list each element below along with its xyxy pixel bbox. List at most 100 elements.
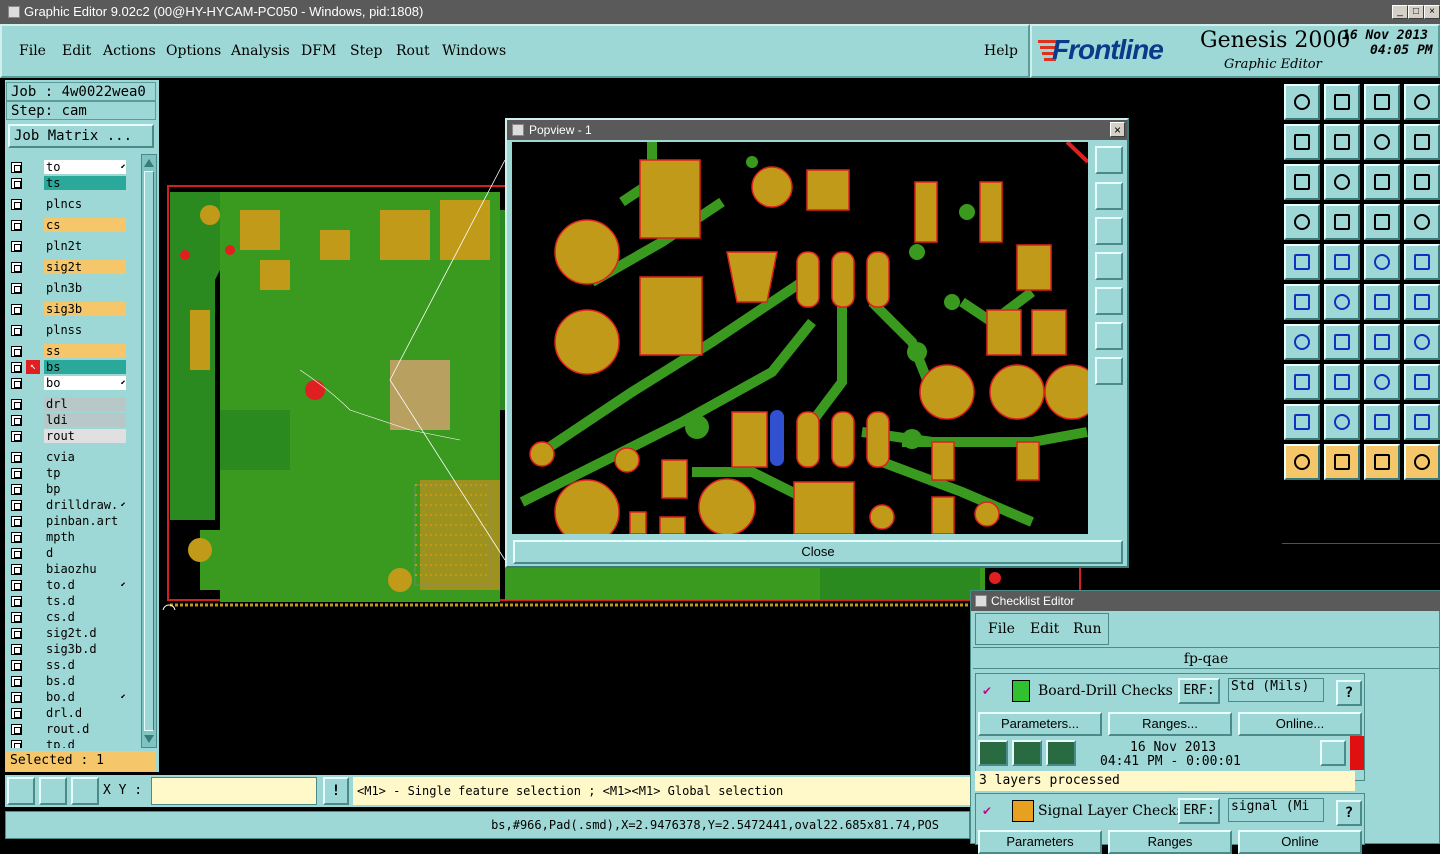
parameters-button[interactable]: Parameters... xyxy=(978,712,1102,736)
layer-row[interactable]: pln3b xyxy=(8,281,130,295)
layer-row[interactable]: ss.d xyxy=(8,658,130,672)
layer-name[interactable]: cvia xyxy=(44,450,126,464)
layer-checkbox[interactable] xyxy=(11,199,22,210)
minimize-icon[interactable]: _ xyxy=(1392,5,1408,19)
layer-checkbox[interactable] xyxy=(11,692,22,703)
layer-checkbox[interactable] xyxy=(11,740,22,748)
run-all-icon[interactable] xyxy=(1046,740,1076,766)
layer-checkbox[interactable] xyxy=(11,452,22,463)
layer-row[interactable]: rout xyxy=(8,429,130,443)
triangle-icon[interactable] xyxy=(1284,404,1320,440)
layer-name[interactable]: ss xyxy=(44,344,126,358)
layer-name[interactable]: d xyxy=(44,546,126,560)
erf-button[interactable]: ERF: xyxy=(1178,798,1220,824)
layer-name[interactable]: sig2t.d xyxy=(44,626,126,640)
pan-down-icon[interactable] xyxy=(1095,217,1123,245)
layer-name[interactable]: mpth xyxy=(44,530,126,544)
zoom-fit-icon[interactable] xyxy=(1095,322,1123,350)
layer-name[interactable]: ts.d xyxy=(44,594,126,608)
layer-checkbox[interactable] xyxy=(11,596,22,607)
layer-row[interactable]: to ⬋ xyxy=(8,160,130,174)
checklist-menu-run[interactable]: Run xyxy=(1073,621,1102,637)
layer-row[interactable]: rout.d xyxy=(8,722,130,736)
menu-help[interactable]: Help xyxy=(984,42,1018,60)
layer-name[interactable]: to xyxy=(44,160,126,174)
online-button[interactable]: Online... xyxy=(1238,712,1362,736)
home-icon[interactable] xyxy=(1364,84,1400,120)
layer-checkbox[interactable] xyxy=(11,708,22,719)
scroll-thumb[interactable] xyxy=(144,171,154,731)
grid-icon[interactable] xyxy=(71,777,99,805)
xy-input[interactable] xyxy=(151,777,317,805)
layer-checkbox[interactable] xyxy=(11,431,22,442)
layer-name[interactable]: rout xyxy=(44,429,126,443)
parameters-button[interactable]: Parameters xyxy=(978,830,1102,854)
arc-icon[interactable] xyxy=(1364,284,1400,320)
selected-pad[interactable] xyxy=(770,410,784,466)
dot-icon[interactable] xyxy=(1404,244,1440,280)
layer-name[interactable]: pln2t xyxy=(44,239,126,253)
layer-name[interactable]: drilldraw. xyxy=(44,498,126,512)
layer-row[interactable]: bs.d xyxy=(8,674,130,688)
erf-value-field[interactable]: signal (Mi xyxy=(1228,798,1324,822)
layer-name[interactable]: bs xyxy=(44,360,126,374)
check-help-button[interactable]: ? xyxy=(1336,680,1362,706)
minus-icon[interactable] xyxy=(1324,364,1360,400)
erf-value-field[interactable]: Std (Mils) xyxy=(1228,678,1324,702)
arc-icon[interactable] xyxy=(1404,284,1440,320)
shapes-icon[interactable] xyxy=(1404,364,1440,400)
layer-checkbox[interactable] xyxy=(11,283,22,294)
check-enabled-icon[interactable]: ✔ xyxy=(982,804,992,818)
layer-row[interactable]: ts.d xyxy=(8,594,130,608)
zoom-results-icon[interactable] xyxy=(1320,740,1346,766)
edit-icon[interactable] xyxy=(1404,444,1440,480)
menu-actions[interactable]: Actions xyxy=(103,42,156,60)
layer-row[interactable]: pln2t xyxy=(8,239,130,253)
layer-name[interactable]: pinban.art xyxy=(44,514,126,528)
layers-icon[interactable] xyxy=(1364,204,1400,240)
pan-right-icon[interactable] xyxy=(1095,287,1123,315)
layer-row[interactable]: cvia xyxy=(8,450,130,464)
online-button[interactable]: Online xyxy=(1238,830,1362,854)
check-enabled-icon[interactable]: ✔ xyxy=(982,684,992,698)
layer-row[interactable]: cs xyxy=(8,218,130,232)
layer-name[interactable]: plncs xyxy=(44,197,126,211)
layer-row[interactable]: cs.d xyxy=(8,610,130,624)
return-icon[interactable] xyxy=(1364,124,1400,160)
menu-analysis[interactable]: Analysis xyxy=(231,42,290,60)
help-icon[interactable] xyxy=(1404,164,1440,200)
layer-row[interactable]: pinban.art xyxy=(8,514,130,528)
layer-checkbox[interactable] xyxy=(11,304,22,315)
scroll-down-icon[interactable] xyxy=(144,735,154,745)
frame-icon[interactable] xyxy=(1284,84,1320,120)
layer-name[interactable]: drl xyxy=(44,397,126,411)
line-icon[interactable] xyxy=(1324,324,1360,360)
pointer-icon[interactable] xyxy=(1284,444,1320,480)
layer-row[interactable]: plnss xyxy=(8,323,130,337)
layer-checkbox[interactable] xyxy=(11,325,22,336)
pan-left-icon[interactable] xyxy=(1095,252,1123,280)
layer-name[interactable]: bp xyxy=(44,482,126,496)
pan-left-icon[interactable] xyxy=(1284,124,1320,160)
layer-name[interactable]: tp.d xyxy=(44,738,126,748)
frame-icon[interactable] xyxy=(1324,84,1360,120)
popview-close-button[interactable]: Close xyxy=(513,540,1123,564)
run-check-icon[interactable] xyxy=(978,740,1008,766)
zoom-fit-icon[interactable] xyxy=(1284,164,1320,200)
layer-checkbox[interactable] xyxy=(11,564,22,575)
layer-checkbox[interactable] xyxy=(11,628,22,639)
layer-checkbox[interactable] xyxy=(11,220,22,231)
ruler-icon[interactable] xyxy=(1364,244,1400,280)
layer-name[interactable]: bo xyxy=(44,376,126,390)
layer-checkbox[interactable] xyxy=(11,660,22,671)
layer-name[interactable]: tp xyxy=(44,466,126,480)
layer-checkbox[interactable] xyxy=(11,548,22,559)
layer-name[interactable]: cs.d xyxy=(44,610,126,624)
layer-checkbox[interactable] xyxy=(11,262,22,273)
layer-name[interactable]: bo.d xyxy=(44,690,126,704)
layer-row[interactable]: drl xyxy=(8,397,130,411)
menu-windows[interactable]: Windows xyxy=(442,42,506,60)
triangle-icon[interactable] xyxy=(1364,404,1400,440)
run-layers-icon[interactable] xyxy=(1012,740,1042,766)
layer-name[interactable]: pln3b xyxy=(44,281,126,295)
